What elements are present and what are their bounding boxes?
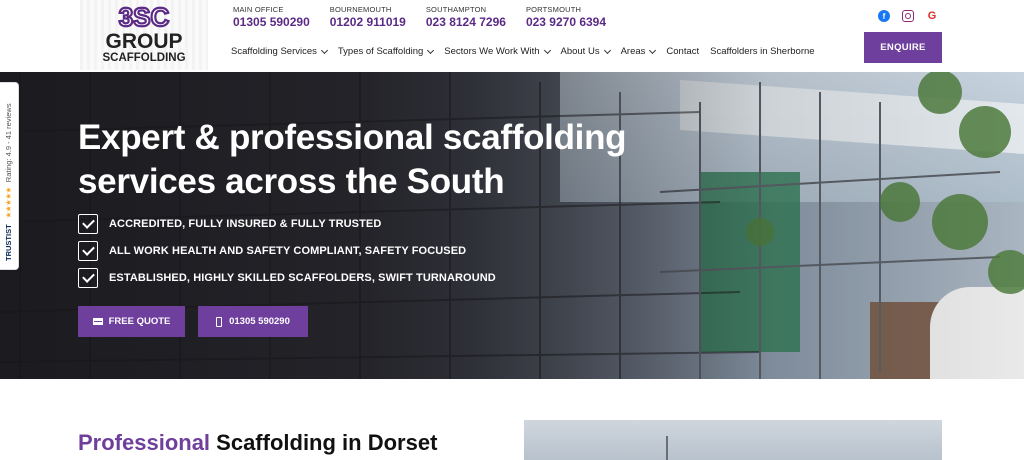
hero-title-line1: Expert & professional scaffolding	[78, 118, 627, 157]
phone-number[interactable]: 023 9270 6394	[526, 15, 606, 29]
section-image	[524, 420, 942, 460]
hero-bullet: ACCREDITED, FULLY INSURED & FULLY TRUSTE…	[78, 213, 496, 234]
facebook-icon[interactable]: f	[878, 10, 890, 22]
instagram-icon[interactable]	[902, 10, 914, 22]
bullet-text: ALL WORK HEALTH AND SAFETY COMPLIANT, SA…	[109, 244, 467, 257]
logo-group-text: GROUP	[105, 30, 182, 53]
nav-label: Areas	[620, 46, 646, 57]
free-quote-label: FREE QUOTE	[108, 316, 171, 327]
image-pole	[666, 436, 668, 460]
free-quote-button[interactable]: FREE QUOTE	[78, 306, 185, 337]
nav-types-of-scaffolding[interactable]: Types of Scaffolding	[337, 46, 435, 57]
call-label: 01305 590290	[229, 316, 290, 327]
phone-southampton[interactable]: SOUTHAMPTON 023 8124 7296	[426, 5, 506, 29]
checkbox-icon	[78, 213, 98, 234]
nav-label: Scaffolders in Sherborne	[710, 46, 815, 57]
google-icon[interactable]: G	[926, 10, 938, 22]
hero-bullet: ALL WORK HEALTH AND SAFETY COMPLIANT, SA…	[78, 240, 496, 261]
checkbox-icon	[78, 240, 98, 261]
trustist-logo: TRUSTIST	[4, 224, 13, 261]
phone-bournemouth[interactable]: BOURNEMOUTH 01202 911019	[330, 5, 406, 29]
phone-number[interactable]: 01202 911019	[330, 15, 406, 29]
phone-portsmouth[interactable]: PORTSMOUTH 023 9270 6394	[526, 5, 606, 29]
trustist-rating-text: TRUSTIST ★★★★★ Rating: 4.9 - 41 reviews	[4, 103, 13, 261]
phone-number[interactable]: 01305 590290	[233, 15, 310, 29]
hero-bullets: ACCREDITED, FULLY INSURED & FULLY TRUSTE…	[78, 213, 496, 294]
hero-title-line2: services across the South	[78, 162, 505, 201]
section-title-rest: Scaffolding in Dorset	[210, 430, 438, 455]
intro-section: Professional Scaffolding in Dorset	[0, 379, 1024, 460]
nav-label: Sectors We Work With	[444, 46, 540, 57]
nav-label: About Us	[560, 46, 600, 57]
checkbox-icon	[78, 267, 98, 288]
section-title-accent: Professional	[78, 430, 211, 455]
nav-contact[interactable]: Contact	[666, 46, 699, 57]
hero-banner: Expert & professional scaffolding servic…	[0, 72, 1024, 379]
phone-label: MAIN OFFICE	[233, 5, 284, 14]
bullet-text: ESTABLISHED, HIGHLY SKILLED SCAFFOLDERS,…	[109, 271, 496, 284]
trustist-rating-tab[interactable]: TRUSTIST ★★★★★ Rating: 4.9 - 41 reviews	[0, 82, 19, 270]
nav-sectors[interactable]: Sectors We Work With	[444, 46, 551, 57]
nav-areas[interactable]: Areas	[620, 46, 657, 57]
envelope-icon	[92, 318, 103, 325]
chevron-down-icon	[543, 46, 551, 54]
bullet-text: ACCREDITED, FULLY INSURED & FULLY TRUSTE…	[109, 217, 382, 230]
trustist-rating-label: Rating: 4.9 - 41 reviews	[4, 103, 13, 183]
mobile-phone-icon	[216, 316, 223, 327]
section-title: Professional Scaffolding in Dorset	[78, 430, 437, 456]
chevron-down-icon	[649, 46, 657, 54]
call-button[interactable]: 01305 590290	[198, 306, 308, 337]
hero-bullet: ESTABLISHED, HIGHLY SKILLED SCAFFOLDERS,…	[78, 267, 496, 288]
logo-3sc-text: 3SC	[119, 2, 170, 32]
nav-label: Types of Scaffolding	[337, 46, 424, 57]
nav-label: Scaffolding Services	[231, 46, 317, 57]
nav-about-us[interactable]: About Us	[560, 46, 611, 57]
chevron-down-icon	[427, 46, 435, 54]
logo-scaffolding-text: SCAFFOLDING	[102, 52, 185, 64]
phone-number[interactable]: 023 8124 7296	[426, 15, 506, 29]
phone-main-office[interactable]: MAIN OFFICE 01305 590290	[233, 5, 310, 29]
phone-label: PORTSMOUTH	[525, 5, 582, 14]
nav-label: Contact	[666, 46, 700, 57]
main-nav: Scaffolding Services Types of Scaffoldin…	[231, 46, 826, 57]
logo[interactable]: 3SC GROUP SCAFFOLDING	[80, 0, 208, 70]
nav-scaffolders-sherborne[interactable]: Scaffolders in Sherborne	[710, 46, 814, 57]
chevron-down-icon	[320, 46, 328, 54]
phone-numbers: MAIN OFFICE 01305 590290 BOURNEMOUTH 012…	[233, 5, 626, 29]
star-rating-icon: ★★★★★	[4, 187, 13, 219]
phone-label: SOUTHAMPTON	[425, 5, 487, 14]
nav-scaffolding-services[interactable]: Scaffolding Services	[231, 46, 328, 57]
phone-label: BOURNEMOUTH	[329, 5, 392, 14]
chevron-down-icon	[603, 46, 611, 54]
enquire-button[interactable]: ENQUIRE	[864, 32, 942, 63]
hero-title: Expert & professional scaffolding servic…	[78, 116, 638, 204]
site-header: 3SC GROUP SCAFFOLDING MAIN OFFICE 01305 …	[0, 0, 1024, 72]
